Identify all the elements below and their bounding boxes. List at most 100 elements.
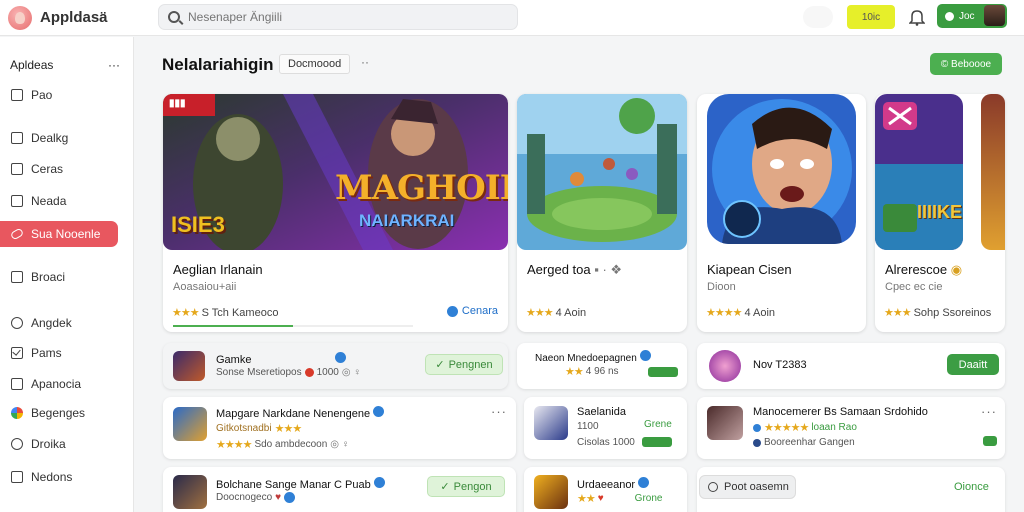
stars-icon: ★★★★★ [764,422,809,434]
sidebar-item-label: Apanocia [31,377,82,391]
search-icon [168,11,180,23]
sidebar-item-3[interactable]: Neada [0,188,134,214]
more-icon[interactable]: ··· [981,404,997,419]
list-item[interactable]: Saelanida 1100 Cisolas 1000 Grene [524,397,687,459]
dot-icon [753,438,761,447]
alert-icon [304,368,314,377]
featured-rating: ★★★★ 4 Aoin [706,306,775,320]
stars-icon: ★★ [565,366,584,378]
avatar [984,5,1005,26]
stars-icon: ★★★★ [216,439,252,451]
sidebar-item-0[interactable]: Pao [0,82,134,108]
sidebar-item-10[interactable]: Droika [0,431,134,457]
rating-text: 4 Aoin [555,306,587,319]
list-item[interactable]: Nov T2383 Daaitt [697,343,1005,389]
app-title: Saelanida [577,406,626,418]
app-title-extra: Bs Samaan Srdohido [823,406,928,418]
featured-card[interactable]: Kiapean Cisen Dioon ★★★★ 4 Aoin [697,94,866,332]
circle-icon [11,438,23,450]
app-title: Manocemerer Bs Samaan Srdohido [753,406,928,418]
sidebar-item-11[interactable]: Nedons [0,464,134,490]
circle-icon [11,317,23,329]
app-sub-text: Booreenhar Gangen [764,437,855,448]
featured-title: Aerged toa ▪ · ❖ [527,262,622,278]
list-item[interactable]: Manocemerer Bs Samaan Srdohido ★★★★★ loaa… [697,397,1005,459]
game-logo-subtext: NAIARKRAI [359,211,455,230]
primary-action-button[interactable]: © Beboooe [930,53,1002,75]
featured-title: Alrerescoe ◉ [885,262,962,278]
sidebar-item-label: Ceras [31,162,64,176]
box-icon [11,471,23,483]
sidebar-more-icon[interactable]: ··· [108,58,120,72]
search-input[interactable] [188,10,488,24]
open-button[interactable]: Daaitt [947,354,999,375]
progress-bar [173,325,413,327]
featured-subtitle: Aoasaiou+aii [173,281,237,293]
list-item[interactable]: Poot oasemn Oionce [697,467,1005,512]
circle-button[interactable] [803,6,833,28]
multicolor-icon [11,407,23,419]
account-button[interactable]: Joc [937,4,1007,28]
account-label: Joc [959,10,975,22]
sidebar-item-label: Broaci [31,270,66,284]
progress-fill [173,325,293,327]
featured-title-text: Aerged toa [527,262,591,277]
more-icon[interactable]: ▪ · ❖ [594,262,622,277]
sidebar-item-8[interactable]: Apanocia [0,371,134,397]
app-logo[interactable]: Appldasä [0,5,150,30]
featured-badge: ▮▮▮ [169,98,186,109]
box-icon [11,195,23,207]
sidebar-item-label: Dealkg [31,131,69,145]
stars-icon: ★★★ [274,423,303,435]
filter-more-icon[interactable]: ·· [361,55,369,69]
filter-dropdown[interactable]: Docmoood [279,54,351,74]
featured-card[interactable]: Aerged toa ▪ · ❖ ★★★ 4 Aoin [517,94,687,332]
tag-label: Cenara [461,305,498,317]
sidebar-item-label: Begenges [31,406,86,420]
sidebar-item-5[interactable]: Broaci [0,264,134,290]
app-meta-text: 4 96 ns [585,366,619,377]
clock-icon [708,482,718,492]
sidebar-header: Apldeas ··· [10,58,120,72]
sidebar-item-6[interactable]: Angdek [0,310,134,336]
list-item[interactable]: Urdaeeanor ★★ ♥ Grone [524,467,687,512]
app-icon [173,407,207,441]
sidebar-item-7[interactable]: Pams [0,340,134,366]
app-icon [534,475,568,509]
app-title-text: Bolchane Sange Manar C Puab [216,479,371,491]
featured-title: Aeglian Irlanain [173,262,263,277]
bell-icon[interactable] [909,8,925,26]
install-button[interactable]: ✓ Pengnen [425,354,503,375]
featured-artwork [517,94,687,250]
app-icon [709,350,741,382]
stars-icon: ★★★ [526,307,554,319]
secondary-button[interactable]: Poot oasemn [699,475,796,499]
featured-tag[interactable]: Cenara [446,305,498,317]
list-item[interactable]: Bolchane Sange Manar C Puab Doocnogeco ♥ … [163,467,516,512]
featured-title-text: Alrerescoe [885,262,948,277]
app-title-text: Mapgare Narkdane Nenengene [216,408,371,420]
sidebar-item-2[interactable]: Ceras [0,156,134,182]
list-item[interactable]: Gamke Sonse Mseretiopos 1000 ◎ ♀ ✓ Pengnen [163,343,508,389]
sidebar-item-1[interactable]: Dealkg [0,125,134,151]
open-link[interactable]: Oionce [954,481,989,493]
info-icon: ◎ ♀ [341,367,361,378]
install-button[interactable]: ✓ Pengon [427,476,505,497]
yellow-button[interactable]: 10ic [847,5,895,29]
app-title: Naeon Mnedoepagnen [535,350,651,364]
list-item[interactable]: Naeon Mnedoepagnen ★★ 4 96 ns [517,343,687,389]
featured-card[interactable]: IIIIKE Alrerescoe ◉ Cpec ec cie ★★★ Sohp … [875,94,1005,332]
search-bar[interactable] [158,4,518,30]
status-pill [983,436,997,446]
app-count: 1000 [316,367,339,378]
sidebar-item-9[interactable]: Begenges [0,400,134,426]
list-item[interactable]: Mapgare Narkdane Nenengene Gitkotsnadbi ★… [163,397,516,459]
featured-subtitle: Dioon [707,281,736,293]
more-icon[interactable]: ··· [491,404,507,419]
app-title: Urdaeeanor [577,477,650,491]
open-link[interactable]: Grene [644,419,672,430]
stars-icon: ★★★ [884,307,912,319]
sidebar-item-active[interactable]: Sua Nooenle [0,221,118,247]
featured-card[interactable]: ▮▮▮ MAGHOII NAIARKRAI ISIE3 Aeglian Irla… [163,94,508,332]
featured-artwork: IIIIKE [875,94,963,250]
